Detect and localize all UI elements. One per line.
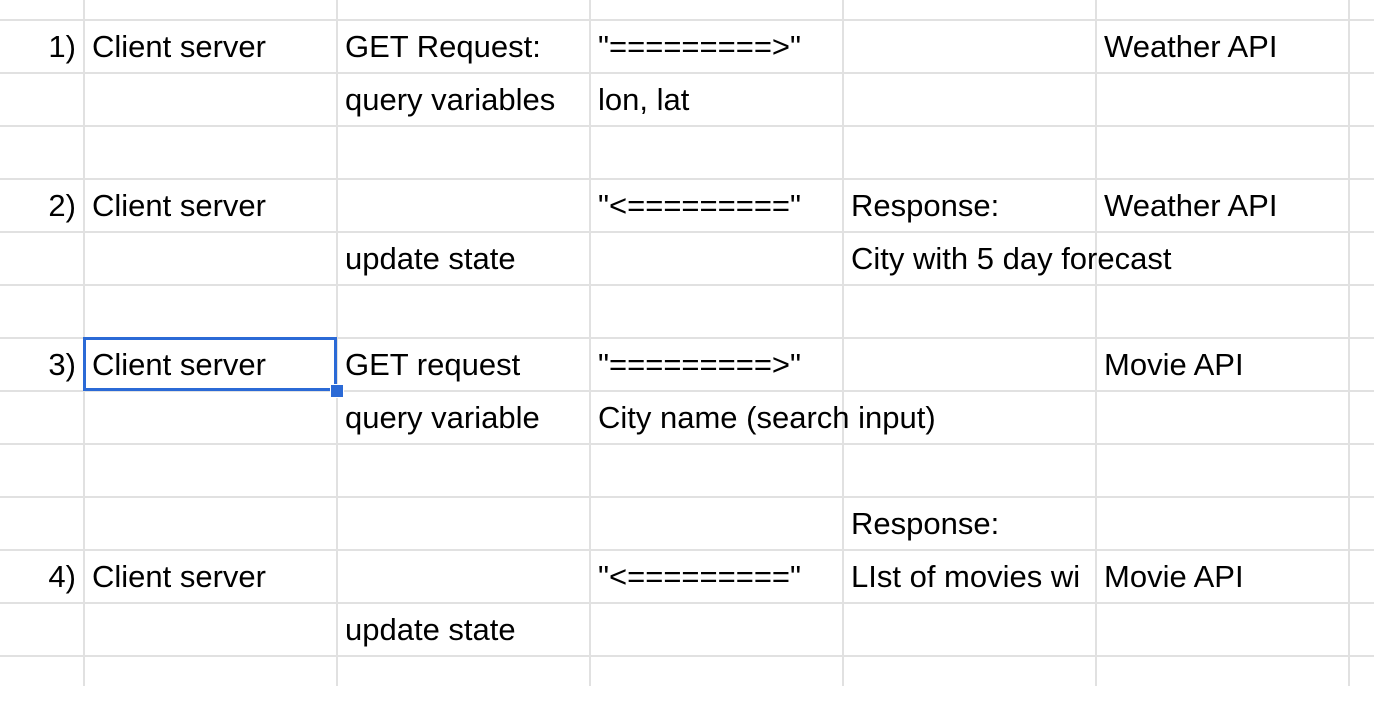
sheet-cell[interactable]: Client server bbox=[84, 20, 337, 73]
sheet-cell[interactable] bbox=[843, 444, 1096, 497]
sheet-cell[interactable] bbox=[1096, 497, 1349, 550]
step-number-cell[interactable]: 2) bbox=[0, 179, 84, 232]
sheet-cell[interactable] bbox=[1096, 126, 1349, 179]
step-number-cell[interactable]: 1) bbox=[0, 20, 84, 73]
sheet-cell[interactable] bbox=[843, 603, 1096, 656]
step-number-cell[interactable] bbox=[0, 656, 84, 709]
sheet-cell[interactable] bbox=[590, 444, 843, 497]
sheet-cell[interactable] bbox=[1096, 656, 1349, 709]
sheet-cell[interactable]: query variables bbox=[337, 73, 590, 126]
step-number-cell[interactable] bbox=[0, 285, 84, 338]
sheet-cell[interactable]: Movie API bbox=[1096, 550, 1349, 603]
sheet-cell[interactable]: City with 5 day forecast bbox=[843, 232, 1171, 285]
step-number-cell[interactable]: 4) bbox=[0, 550, 84, 603]
sheet-cell[interactable]: City name (search input) bbox=[590, 391, 936, 444]
sheet-cell[interactable] bbox=[337, 550, 590, 603]
sheet-cell[interactable] bbox=[84, 497, 337, 550]
sheet-cell[interactable] bbox=[1096, 285, 1349, 338]
selected-cell-outline bbox=[83, 337, 337, 391]
step-number-cell[interactable] bbox=[0, 73, 84, 126]
sheet-cell[interactable] bbox=[1096, 232, 1349, 285]
step-number-cell[interactable]: 3) bbox=[0, 338, 84, 391]
sheet-cell[interactable] bbox=[84, 391, 337, 444]
sheet-cell[interactable]: Weather API bbox=[1096, 20, 1349, 73]
sheet-cell[interactable] bbox=[1096, 444, 1349, 497]
sheet-cell[interactable] bbox=[843, 338, 1096, 391]
sheet-cell[interactable]: update state bbox=[337, 232, 590, 285]
sheet-cell[interactable] bbox=[843, 126, 1096, 179]
sheet-cell[interactable] bbox=[84, 73, 337, 126]
sheet-cell[interactable] bbox=[843, 20, 1096, 73]
sheet-cell[interactable] bbox=[1096, 73, 1349, 126]
sheet-cell[interactable] bbox=[843, 285, 1096, 338]
step-number-cell[interactable] bbox=[0, 603, 84, 656]
sheet-cell[interactable] bbox=[1096, 603, 1349, 656]
sheet-cell[interactable] bbox=[843, 391, 1096, 444]
sheet-cell[interactable] bbox=[84, 444, 337, 497]
sheet-cell[interactable] bbox=[843, 656, 1096, 709]
sheet-cell[interactable] bbox=[337, 444, 590, 497]
sheet-cell[interactable]: GET request bbox=[337, 338, 590, 391]
sheet-cell[interactable] bbox=[337, 285, 590, 338]
sheet-cell[interactable]: "<=========" bbox=[590, 550, 843, 603]
sheet-cell[interactable] bbox=[590, 126, 843, 179]
sheet-cell[interactable]: Client server bbox=[84, 550, 337, 603]
sheet-cell[interactable] bbox=[590, 603, 843, 656]
sheet-cell[interactable] bbox=[590, 497, 843, 550]
sheet-cell[interactable]: "=========>" bbox=[590, 20, 843, 73]
sheet-cell[interactable] bbox=[1096, 391, 1349, 444]
sheet-cell[interactable] bbox=[84, 232, 337, 285]
step-number-cell[interactable] bbox=[0, 391, 84, 444]
step-number-cell[interactable] bbox=[0, 126, 84, 179]
sheet-cell[interactable]: Weather API bbox=[1096, 179, 1349, 232]
sheet-cell[interactable]: Client server bbox=[84, 179, 337, 232]
sheet-cell[interactable] bbox=[337, 126, 590, 179]
sheet-cell[interactable] bbox=[590, 656, 843, 709]
step-number-cell[interactable] bbox=[0, 232, 84, 285]
sheet-cell[interactable]: lon, lat bbox=[590, 73, 843, 126]
sheet-cell[interactable]: update state bbox=[337, 603, 590, 656]
sheet-cell[interactable] bbox=[84, 656, 337, 709]
spreadsheet-grid: 1) Client server GET Request: "=========>" W… bbox=[0, 0, 1374, 686]
sheet-cell[interactable]: GET Request: bbox=[337, 20, 590, 73]
sheet-cell[interactable] bbox=[337, 497, 590, 550]
fill-handle[interactable] bbox=[330, 384, 344, 398]
sheet-cell[interactable] bbox=[337, 656, 590, 709]
step-number-cell[interactable] bbox=[0, 497, 84, 550]
sheet-cell[interactable] bbox=[590, 285, 843, 338]
sheet-cell[interactable] bbox=[590, 232, 843, 285]
step-number-cell[interactable] bbox=[0, 444, 84, 497]
sheet-cell[interactable]: Movie API bbox=[1096, 338, 1349, 391]
sheet-cell[interactable] bbox=[84, 126, 337, 179]
sheet-cell[interactable]: "<=========" bbox=[590, 179, 843, 232]
sheet-cell[interactable] bbox=[337, 179, 590, 232]
sheet-cell[interactable]: "=========>" bbox=[590, 338, 843, 391]
sheet-cell[interactable] bbox=[84, 285, 337, 338]
sheet-cell[interactable]: Response: bbox=[843, 179, 1096, 232]
sheet-cell[interactable]: Response: bbox=[843, 497, 1096, 550]
sheet-cell[interactable] bbox=[843, 73, 1096, 126]
sheet-cell[interactable]: LIst of movies wi bbox=[843, 550, 1096, 603]
sheet-cell[interactable]: query variable bbox=[337, 391, 590, 444]
sheet-cell[interactable] bbox=[84, 603, 337, 656]
